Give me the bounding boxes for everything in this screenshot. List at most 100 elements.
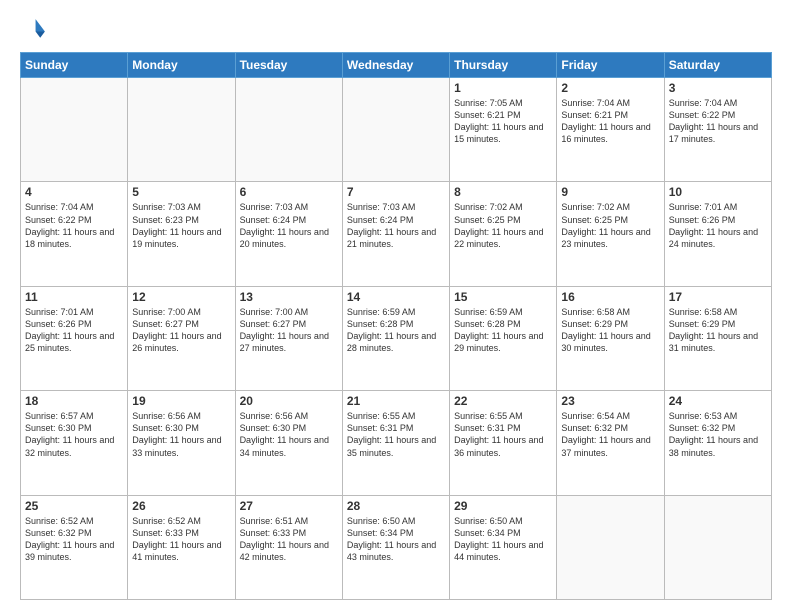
day-info: Sunrise: 6:58 AM Sunset: 6:29 PM Dayligh… [669, 306, 767, 355]
day-number: 21 [347, 394, 445, 408]
calendar-week-row: 11 Sunrise: 7:01 AM Sunset: 6:26 PM Dayli… [21, 286, 772, 390]
day-number: 11 [25, 290, 123, 304]
calendar-cell [235, 78, 342, 182]
calendar-cell: 11 Sunrise: 7:01 AM Sunset: 6:26 PM Dayli… [21, 286, 128, 390]
calendar-cell: 14 Sunrise: 6:59 AM Sunset: 6:28 PM Dayli… [342, 286, 449, 390]
day-number: 27 [240, 499, 338, 513]
weekday-header: Monday [128, 53, 235, 78]
day-number: 28 [347, 499, 445, 513]
calendar-cell: 18 Sunrise: 6:57 AM Sunset: 6:30 PM Dayli… [21, 391, 128, 495]
calendar-week-row: 25 Sunrise: 6:52 AM Sunset: 6:32 PM Dayli… [21, 495, 772, 599]
calendar-cell: 2Sunrise: 7:04 AM Sunset: 6:21 PM Daylig… [557, 78, 664, 182]
calendar-cell: 16 Sunrise: 6:58 AM Sunset: 6:29 PM Dayli… [557, 286, 664, 390]
day-info: Sunrise: 6:54 AM Sunset: 6:32 PM Dayligh… [561, 410, 659, 459]
weekday-header: Saturday [664, 53, 771, 78]
day-number: 6 [240, 185, 338, 199]
calendar-cell [128, 78, 235, 182]
day-info: Sunrise: 7:03 AM Sunset: 6:24 PM Dayligh… [347, 201, 445, 250]
logo [20, 16, 52, 44]
day-number: 18 [25, 394, 123, 408]
calendar-cell: 17 Sunrise: 6:58 AM Sunset: 6:29 PM Dayli… [664, 286, 771, 390]
calendar-cell: 5 Sunrise: 7:03 AM Sunset: 6:23 PM Daylig… [128, 182, 235, 286]
calendar-cell [664, 495, 771, 599]
day-number: 13 [240, 290, 338, 304]
calendar-cell: 8 Sunrise: 7:02 AM Sunset: 6:25 PM Daylig… [450, 182, 557, 286]
day-number: 24 [669, 394, 767, 408]
calendar-table: SundayMondayTuesdayWednesdayThursdayFrid… [20, 52, 772, 600]
day-info: Sunrise: 6:59 AM Sunset: 6:28 PM Dayligh… [347, 306, 445, 355]
day-number: 17 [669, 290, 767, 304]
calendar-cell: 23 Sunrise: 6:54 AM Sunset: 6:32 PM Dayli… [557, 391, 664, 495]
day-info: Sunrise: 7:04 AM Sunset: 6:22 PM Dayligh… [669, 97, 767, 146]
day-info: Sunrise: 7:02 AM Sunset: 6:25 PM Dayligh… [561, 201, 659, 250]
day-info: Sunrise: 6:53 AM Sunset: 6:32 PM Dayligh… [669, 410, 767, 459]
day-number: 4 [25, 185, 123, 199]
day-info: Sunrise: 7:02 AM Sunset: 6:25 PM Dayligh… [454, 201, 552, 250]
weekday-header: Friday [557, 53, 664, 78]
day-info: Sunrise: 6:55 AM Sunset: 6:31 PM Dayligh… [454, 410, 552, 459]
day-number: 16 [561, 290, 659, 304]
day-info: Sunrise: 6:57 AM Sunset: 6:30 PM Dayligh… [25, 410, 123, 459]
calendar-cell: 13 Sunrise: 7:00 AM Sunset: 6:27 PM Dayli… [235, 286, 342, 390]
day-number: 14 [347, 290, 445, 304]
day-number: 12 [132, 290, 230, 304]
calendar-cell: 27 Sunrise: 6:51 AM Sunset: 6:33 PM Dayli… [235, 495, 342, 599]
weekday-header: Wednesday [342, 53, 449, 78]
weekday-header-row: SundayMondayTuesdayWednesdayThursdayFrid… [21, 53, 772, 78]
weekday-header: Sunday [21, 53, 128, 78]
day-info: Sunrise: 6:50 AM Sunset: 6:34 PM Dayligh… [454, 515, 552, 564]
header [20, 16, 772, 44]
day-info: Sunrise: 6:55 AM Sunset: 6:31 PM Dayligh… [347, 410, 445, 459]
calendar-cell: 9 Sunrise: 7:02 AM Sunset: 6:25 PM Daylig… [557, 182, 664, 286]
day-number: 8 [454, 185, 552, 199]
day-info: Sunrise: 7:04 AM Sunset: 6:21 PM Dayligh… [561, 97, 659, 146]
page: SundayMondayTuesdayWednesdayThursdayFrid… [0, 0, 792, 612]
calendar-cell: 24 Sunrise: 6:53 AM Sunset: 6:32 PM Dayli… [664, 391, 771, 495]
calendar-cell: 21 Sunrise: 6:55 AM Sunset: 6:31 PM Dayli… [342, 391, 449, 495]
day-info: Sunrise: 7:05 AM Sunset: 6:21 PM Dayligh… [454, 97, 552, 146]
day-info: Sunrise: 7:01 AM Sunset: 6:26 PM Dayligh… [669, 201, 767, 250]
calendar-cell: 10 Sunrise: 7:01 AM Sunset: 6:26 PM Dayli… [664, 182, 771, 286]
day-info: Sunrise: 7:04 AM Sunset: 6:22 PM Dayligh… [25, 201, 123, 250]
calendar-cell [557, 495, 664, 599]
day-info: Sunrise: 6:51 AM Sunset: 6:33 PM Dayligh… [240, 515, 338, 564]
calendar-cell: 26 Sunrise: 6:52 AM Sunset: 6:33 PM Dayli… [128, 495, 235, 599]
day-number: 3 [669, 81, 767, 95]
calendar-cell: 3 Sunrise: 7:04 AM Sunset: 6:22 PM Daylig… [664, 78, 771, 182]
day-info: Sunrise: 6:52 AM Sunset: 6:33 PM Dayligh… [132, 515, 230, 564]
day-info: Sunrise: 6:58 AM Sunset: 6:29 PM Dayligh… [561, 306, 659, 355]
calendar-cell: 4 Sunrise: 7:04 AM Sunset: 6:22 PM Daylig… [21, 182, 128, 286]
day-info: Sunrise: 6:56 AM Sunset: 6:30 PM Dayligh… [132, 410, 230, 459]
day-number: 19 [132, 394, 230, 408]
day-number: 25 [25, 499, 123, 513]
calendar-cell: 7 Sunrise: 7:03 AM Sunset: 6:24 PM Daylig… [342, 182, 449, 286]
calendar-cell: 12Sunrise: 7:00 AM Sunset: 6:27 PM Dayli… [128, 286, 235, 390]
calendar-cell: 29 Sunrise: 6:50 AM Sunset: 6:34 PM Dayli… [450, 495, 557, 599]
calendar-cell: 6 Sunrise: 7:03 AM Sunset: 6:24 PM Daylig… [235, 182, 342, 286]
calendar-week-row: 18 Sunrise: 6:57 AM Sunset: 6:30 PM Dayli… [21, 391, 772, 495]
calendar-week-row: 1 Sunrise: 7:05 AM Sunset: 6:21 PM Daylig… [21, 78, 772, 182]
day-number: 7 [347, 185, 445, 199]
day-number: 23 [561, 394, 659, 408]
day-number: 5 [132, 185, 230, 199]
calendar-cell: 15 Sunrise: 6:59 AM Sunset: 6:28 PM Dayli… [450, 286, 557, 390]
day-number: 1 [454, 81, 552, 95]
day-number: 10 [669, 185, 767, 199]
logo-icon [20, 16, 48, 44]
calendar-cell: 20Sunrise: 6:56 AM Sunset: 6:30 PM Dayli… [235, 391, 342, 495]
day-info: Sunrise: 7:01 AM Sunset: 6:26 PM Dayligh… [25, 306, 123, 355]
day-info: Sunrise: 6:56 AM Sunset: 6:30 PM Dayligh… [240, 410, 338, 459]
day-number: 9 [561, 185, 659, 199]
calendar-cell: 1 Sunrise: 7:05 AM Sunset: 6:21 PM Daylig… [450, 78, 557, 182]
day-info: Sunrise: 7:03 AM Sunset: 6:23 PM Dayligh… [132, 201, 230, 250]
day-info: Sunrise: 6:59 AM Sunset: 6:28 PM Dayligh… [454, 306, 552, 355]
day-number: 26 [132, 499, 230, 513]
calendar-cell [342, 78, 449, 182]
day-number: 29 [454, 499, 552, 513]
calendar-cell: 19 Sunrise: 6:56 AM Sunset: 6:30 PM Dayli… [128, 391, 235, 495]
day-info: Sunrise: 7:03 AM Sunset: 6:24 PM Dayligh… [240, 201, 338, 250]
day-number: 15 [454, 290, 552, 304]
day-info: Sunrise: 6:52 AM Sunset: 6:32 PM Dayligh… [25, 515, 123, 564]
calendar-cell: 28Sunrise: 6:50 AM Sunset: 6:34 PM Dayli… [342, 495, 449, 599]
day-info: Sunrise: 7:00 AM Sunset: 6:27 PM Dayligh… [240, 306, 338, 355]
